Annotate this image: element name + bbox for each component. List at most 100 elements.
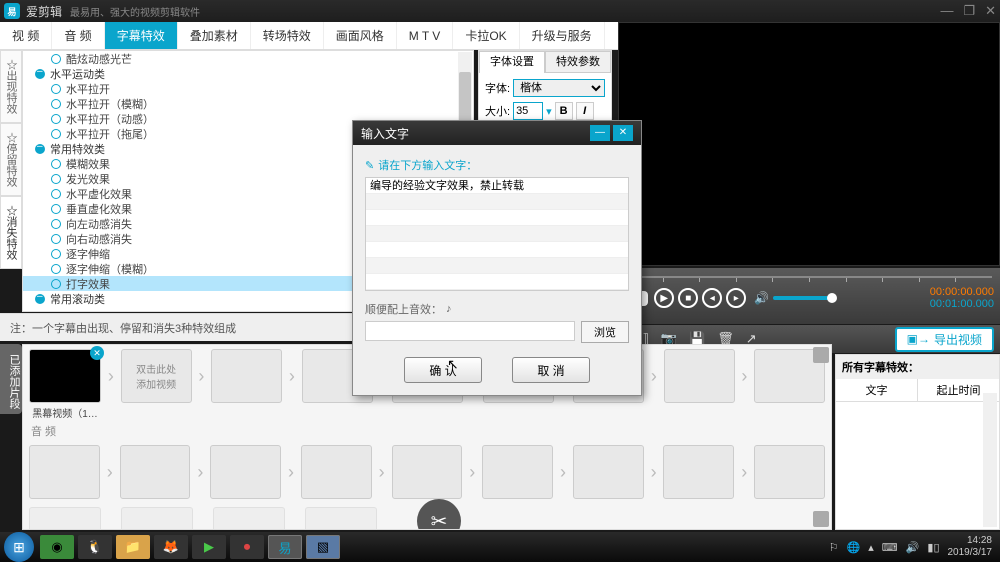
clip-slot[interactable]	[211, 349, 282, 403]
tray-volume-icon[interactable]: 🔊	[906, 541, 920, 554]
prev-frame-button[interactable]: ◂	[702, 288, 722, 308]
task-icon[interactable]: ⏺	[230, 535, 264, 559]
task-icon[interactable]: 🐧	[78, 535, 112, 559]
audio-slot[interactable]	[482, 445, 553, 499]
video-preview[interactable]	[618, 22, 1000, 266]
audio-slot[interactable]	[120, 445, 191, 499]
window-close[interactable]: ✕	[985, 3, 996, 19]
side-tab-appear[interactable]: ☆出现特效	[0, 50, 22, 123]
side-tab-stay[interactable]: ☆停留特效	[0, 123, 22, 196]
stop-button[interactable]: ■	[678, 288, 698, 308]
clip-slot[interactable]	[664, 349, 735, 403]
export-button[interactable]: ▣→导出视频	[895, 327, 994, 352]
add-clip-slot[interactable]: 双击此处添加视频	[121, 349, 192, 403]
font-tab-font[interactable]: 字体设置	[479, 51, 545, 73]
start-button[interactable]: ⊞	[4, 532, 34, 562]
clock[interactable]: 14:28 2019/3/17	[948, 535, 993, 559]
fx-item[interactable]: 水平拉开	[23, 81, 473, 96]
tab-karaoke[interactable]: 卡拉OK	[453, 22, 519, 49]
prompt-label: 请在下方输入文字：	[365, 157, 629, 173]
tray-up-icon[interactable]: ▴	[868, 541, 874, 554]
titlebar: 易 爱剪辑 最易用、强大的视频剪辑软件 — ❐ ✕	[0, 0, 1000, 22]
timecode-total: 00:01:00.000	[930, 298, 994, 310]
task-icon-active[interactable]: 易	[268, 535, 302, 559]
tab-audio[interactable]: 音 频	[52, 22, 104, 49]
sound-label: 顺便配上音效：	[365, 301, 442, 317]
app-name: 爱剪辑	[26, 3, 62, 20]
tray-input-icon[interactable]: ⌨	[882, 541, 898, 554]
fx-list-panel: 所有字幕特效： 文字 起止时间	[835, 354, 1000, 530]
task-icon[interactable]: ▶	[192, 535, 226, 559]
audio-slot[interactable]	[392, 445, 463, 499]
tray-network-icon[interactable]: ▮▯	[927, 541, 939, 554]
scroll-up-icon[interactable]	[813, 347, 829, 363]
text-line-1[interactable]: 编导的经验文字效果，禁止转载	[366, 178, 628, 194]
clip-name: 黑幕视频（1…	[29, 405, 101, 420]
taskbar: ⊞ ◉ 🐧 📁 🦊 ▶ ⏺ 易 ▧ ⚐ 🌐 ▴ ⌨ 🔊 ▮▯ 14:28 201…	[0, 532, 1000, 562]
sound-path-input[interactable]	[365, 321, 575, 341]
font-tab-params[interactable]: 特效参数	[545, 51, 611, 73]
tab-mtv[interactable]: M T V	[397, 22, 454, 49]
dialog-title: 输入文字	[361, 125, 409, 142]
window-minimize[interactable]: —	[940, 3, 953, 19]
clip-thumbnail[interactable]: ✕	[29, 349, 101, 403]
audio-slot[interactable]	[301, 445, 372, 499]
side-tabs: ☆出现特效 ☆停留特效 ☆消失特效	[0, 50, 22, 310]
bold-button[interactable]: B	[555, 102, 573, 120]
player-controls: 2X ▶ ■ ◂ ▸ 🔊 00:00:00.000 00:01:00.000	[618, 268, 1000, 324]
size-label: 大小:	[485, 103, 510, 119]
clips-side-label: 已添加片段	[0, 344, 22, 414]
tab-style[interactable]: 画面风格	[324, 22, 397, 49]
dialog-close[interactable]: ✕	[613, 125, 633, 141]
play-button[interactable]: ▶	[654, 288, 674, 308]
seek-bar[interactable]	[626, 272, 992, 282]
task-icon[interactable]: 🦊	[154, 535, 188, 559]
fx-col-text[interactable]: 文字	[836, 379, 918, 401]
audio-slot[interactable]	[29, 445, 100, 499]
tab-transition[interactable]: 转场特效	[251, 22, 324, 49]
fx-item[interactable]: 水平拉开（模糊）	[23, 96, 473, 111]
audio-slot[interactable]	[754, 445, 825, 499]
fx-list-title: 所有字幕特效：	[836, 355, 999, 379]
volume-icon[interactable]: 🔊	[754, 291, 769, 305]
app-logo: 易	[4, 3, 20, 19]
export-icon: ▣→	[907, 332, 930, 346]
side-tab-disappear[interactable]: ☆消失特效	[0, 196, 22, 269]
clip-remove-icon[interactable]: ✕	[90, 346, 104, 360]
app-subtitle: 最易用、强大的视频剪辑软件	[70, 4, 200, 19]
tab-video[interactable]: 视 频	[0, 22, 52, 49]
input-text-dialog: 输入文字 — ✕ 请在下方输入文字： 编导的经验文字效果，禁止转载 顺便配上音效…	[352, 120, 642, 396]
task-icon[interactable]: ▧	[306, 535, 340, 559]
slot[interactable]	[213, 507, 285, 530]
audio-slot[interactable]	[210, 445, 281, 499]
italic-button[interactable]: I	[576, 102, 594, 120]
cancel-button[interactable]: 取 消	[512, 357, 590, 383]
fx-item[interactable]: 酷炫动感光芒	[23, 51, 473, 66]
slot[interactable]	[121, 507, 193, 530]
tab-subtitle-fx[interactable]: 字幕特效	[105, 22, 178, 49]
music-note-icon: ♪	[446, 303, 452, 315]
size-input[interactable]	[513, 102, 543, 120]
font-select[interactable]: 楷体	[513, 79, 605, 97]
chevron-right-icon: ›	[105, 366, 117, 387]
task-icon[interactable]: ◉	[40, 535, 74, 559]
browse-button[interactable]: 浏览	[581, 321, 629, 343]
text-input-area[interactable]: 编导的经验文字效果，禁止转载	[365, 177, 629, 291]
tray-globe-icon[interactable]: 🌐	[847, 541, 861, 554]
audio-slot[interactable]	[573, 445, 644, 499]
tray-flag-icon[interactable]: ⚐	[829, 541, 839, 554]
dialog-minimize[interactable]: —	[590, 125, 610, 141]
task-icon[interactable]: 📁	[116, 535, 150, 559]
tab-overlay[interactable]: 叠加素材	[178, 22, 251, 49]
audio-slot[interactable]	[663, 445, 734, 499]
next-frame-button[interactable]: ▸	[726, 288, 746, 308]
slot[interactable]	[305, 507, 377, 530]
ok-button[interactable]: 确 认	[404, 357, 482, 383]
tab-upgrade[interactable]: 升级与服务	[520, 22, 605, 49]
fx-scrollbar[interactable]	[983, 393, 997, 527]
volume-slider[interactable]	[773, 296, 833, 300]
fx-category[interactable]: 水平运动类	[23, 66, 473, 81]
slot[interactable]	[29, 507, 101, 530]
window-restore[interactable]: ❐	[963, 3, 975, 19]
scroll-down-icon[interactable]	[813, 511, 829, 527]
